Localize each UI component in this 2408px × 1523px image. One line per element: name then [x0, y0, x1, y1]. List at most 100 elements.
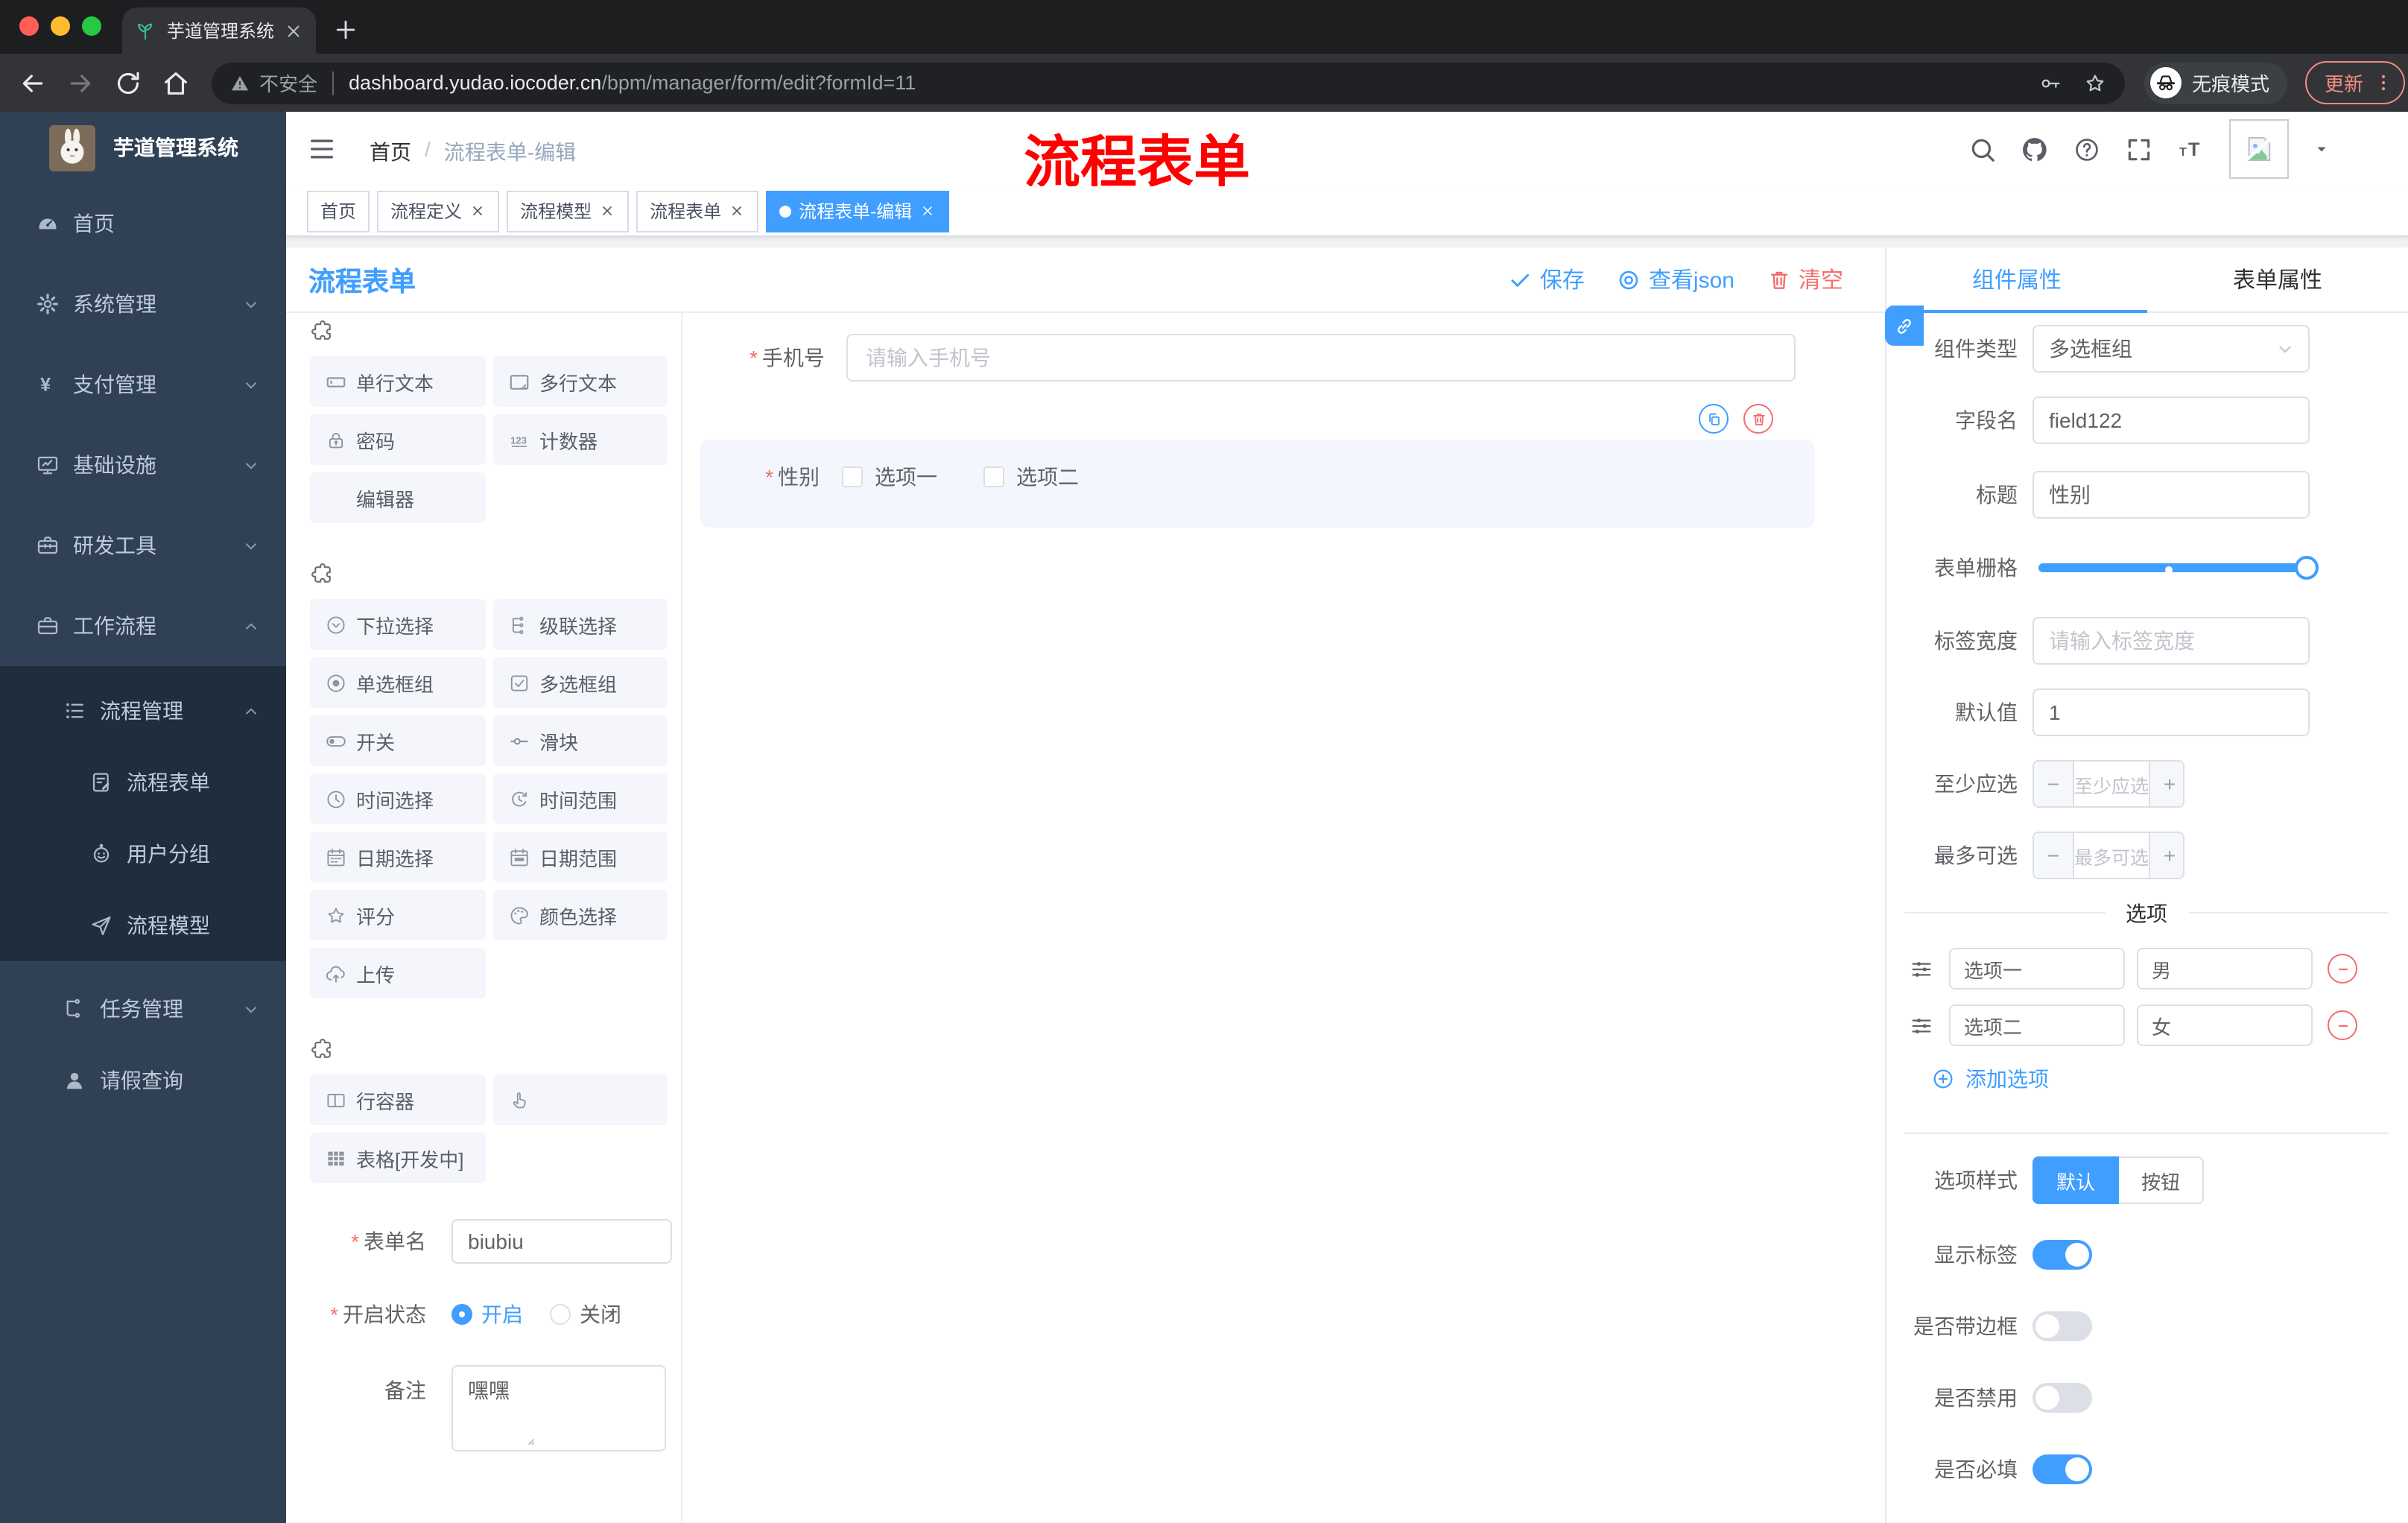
sidebar-subitem-流程表单[interactable]: 流程表单: [0, 747, 286, 818]
palette-item-下拉选择[interactable]: 下拉选择: [310, 599, 486, 650]
tag-close-icon[interactable]: [729, 203, 745, 219]
traffic-light-zoom[interactable]: [82, 16, 101, 36]
palette-item-计数器[interactable]: 123 计数器: [493, 414, 668, 465]
sidebar-item-工作流程[interactable]: 工作流程: [0, 586, 286, 666]
component-type-select[interactable]: 多选框组: [2032, 325, 2310, 373]
status-radio-off[interactable]: 关闭: [550, 1299, 621, 1329]
tag-流程定义[interactable]: 流程定义: [377, 190, 500, 232]
palette-item-编辑器[interactable]: 编辑器: [310, 472, 486, 523]
github-icon[interactable]: [2021, 135, 2049, 163]
tag-close-icon[interactable]: [919, 203, 936, 219]
link-handle[interactable]: [1885, 305, 1924, 346]
traffic-light-minimize[interactable]: [51, 16, 70, 36]
toggle-显示标签[interactable]: [2032, 1240, 2092, 1270]
sidebar-subitem-用户分组[interactable]: 用户分组: [0, 818, 286, 890]
palette-item-按钮[interactable]: 按钮: [493, 1074, 668, 1125]
sidebar-item-基础设施[interactable]: 基础设施: [0, 425, 286, 505]
palette-item-表格[开发中][interactable]: 表格[开发中]: [310, 1133, 486, 1183]
view-json-button[interactable]: 查看json: [1618, 264, 1734, 295]
help-question-icon[interactable]: [2073, 135, 2101, 163]
checkbox-icon[interactable]: [842, 466, 863, 487]
tab-component-props[interactable]: 组件属性: [1886, 247, 2147, 313]
reload-icon[interactable]: [113, 68, 143, 98]
stepper-plus[interactable]: +: [2149, 833, 2183, 878]
palette-item-上传[interactable]: 上传: [310, 948, 486, 998]
tag-close-icon[interactable]: [469, 203, 486, 219]
sidebar-item-流程管理[interactable]: 流程管理: [0, 675, 286, 747]
bookmark-star-icon[interactable]: [2083, 71, 2107, 95]
tag-首页[interactable]: 首页: [307, 190, 370, 232]
status-radio-on[interactable]: 开启: [452, 1299, 523, 1329]
password-key-icon[interactable]: [2038, 71, 2062, 95]
sidebar-collapse-icon[interactable]: [307, 134, 337, 164]
form-grid-slider[interactable]: [2038, 544, 2319, 592]
sidebar-item-支付管理[interactable]: ¥ 支付管理: [0, 344, 286, 425]
drag-handle-icon[interactable]: [1909, 1013, 1934, 1038]
palette-item-单行文本[interactable]: 单行文本: [310, 356, 486, 407]
new-tab-button[interactable]: [331, 15, 361, 45]
palette-item-开关[interactable]: 开关: [310, 715, 486, 766]
traffic-light-close[interactable]: [19, 16, 39, 36]
sidebar-item-任务管理[interactable]: 任务管理: [0, 973, 286, 1045]
palette-item-日期范围[interactable]: 日期范围: [493, 832, 668, 882]
home-icon[interactable]: [161, 68, 191, 98]
copy-component-button[interactable]: [1699, 404, 1729, 434]
back-icon[interactable]: [18, 68, 48, 98]
sidebar-item-系统管理[interactable]: 系统管理: [0, 264, 286, 344]
toggle-是否带边框[interactable]: [2032, 1311, 2092, 1341]
tag-流程表单[interactable]: 流程表单: [636, 190, 759, 232]
option-value-input[interactable]: 女: [2137, 1004, 2313, 1046]
tab-close-icon[interactable]: [283, 20, 304, 41]
max-select-stepper[interactable]: − 最多可选 +: [2032, 832, 2184, 879]
fullscreen-icon[interactable]: [2125, 135, 2153, 163]
tag-流程表单-编辑[interactable]: 流程表单-编辑: [766, 190, 950, 232]
palette-item-日期选择[interactable]: 日期选择: [310, 832, 486, 882]
option-value-input[interactable]: 男: [2137, 948, 2313, 990]
sidebar-item-研发工具[interactable]: 研发工具: [0, 505, 286, 586]
default-value-input[interactable]: 1: [2032, 688, 2310, 736]
palette-item-单选框组[interactable]: 单选框组: [310, 657, 486, 708]
checkbox-icon[interactable]: [983, 466, 1004, 487]
toggle-是否必填[interactable]: [2032, 1454, 2092, 1484]
palette-item-滑块[interactable]: 滑块: [493, 715, 668, 766]
sidebar-subitem-流程模型[interactable]: 流程模型: [0, 890, 286, 961]
clear-button[interactable]: 清空: [1767, 264, 1843, 295]
breadcrumb-home[interactable]: 首页: [370, 137, 411, 167]
slider-track[interactable]: [2038, 563, 2307, 572]
user-avatar[interactable]: [2229, 119, 2289, 179]
sidebar-logo[interactable]: 芋道管理系统: [0, 112, 286, 183]
field-name-input[interactable]: field122: [2032, 396, 2310, 444]
delete-component-button[interactable]: [1743, 404, 1773, 434]
palette-item-时间范围[interactable]: 时间范围: [493, 773, 668, 824]
min-select-stepper[interactable]: − 至少应选 +: [2032, 760, 2184, 808]
stepper-plus[interactable]: +: [2149, 762, 2183, 806]
phone-input[interactable]: 请输入手机号: [846, 334, 1796, 381]
style-default-button[interactable]: 默认: [2032, 1156, 2120, 1204]
slider-handle[interactable]: [2295, 556, 2319, 580]
field-title-input[interactable]: 性别: [2032, 471, 2310, 519]
add-option-button[interactable]: 添加选项: [1931, 1064, 2049, 1094]
gender-option-选项二[interactable]: 选项二: [983, 462, 1079, 492]
option-label-input[interactable]: 选项一: [1949, 948, 2125, 990]
palette-item-时间选择[interactable]: 时间选择: [310, 773, 486, 824]
stepper-minus[interactable]: −: [2034, 833, 2074, 878]
save-button[interactable]: 保存: [1509, 264, 1585, 295]
palette-item-多选框组[interactable]: 多选框组: [493, 657, 668, 708]
tag-close-icon[interactable]: [599, 203, 615, 219]
stepper-minus[interactable]: −: [2034, 762, 2074, 806]
forward-icon[interactable]: [66, 68, 95, 98]
palette-item-颜色选择[interactable]: 颜色选择: [493, 890, 668, 940]
style-button-button[interactable]: 按钮: [2119, 1156, 2205, 1204]
palette-item-评分[interactable]: 评分: [310, 890, 486, 940]
form-name-input[interactable]: [452, 1219, 672, 1264]
selected-component-gender[interactable]: * 性别 选项一 选项二: [700, 440, 1815, 528]
address-bar[interactable]: 不安全 dashboard.yudao.iocoder.cn /bpm/mana…: [212, 62, 2125, 104]
tag-流程模型[interactable]: 流程模型: [507, 190, 630, 232]
browser-tab[interactable]: 芋道管理系统: [122, 7, 316, 54]
palette-item-级联选择[interactable]: 级联选择: [493, 599, 668, 650]
update-button[interactable]: 更新: [2305, 61, 2406, 104]
menu-dots-icon[interactable]: [2372, 72, 2395, 94]
search-icon[interactable]: [1968, 135, 1997, 163]
resize-grip-icon[interactable]: [520, 1431, 536, 1447]
remove-option-button[interactable]: [2328, 954, 2357, 984]
